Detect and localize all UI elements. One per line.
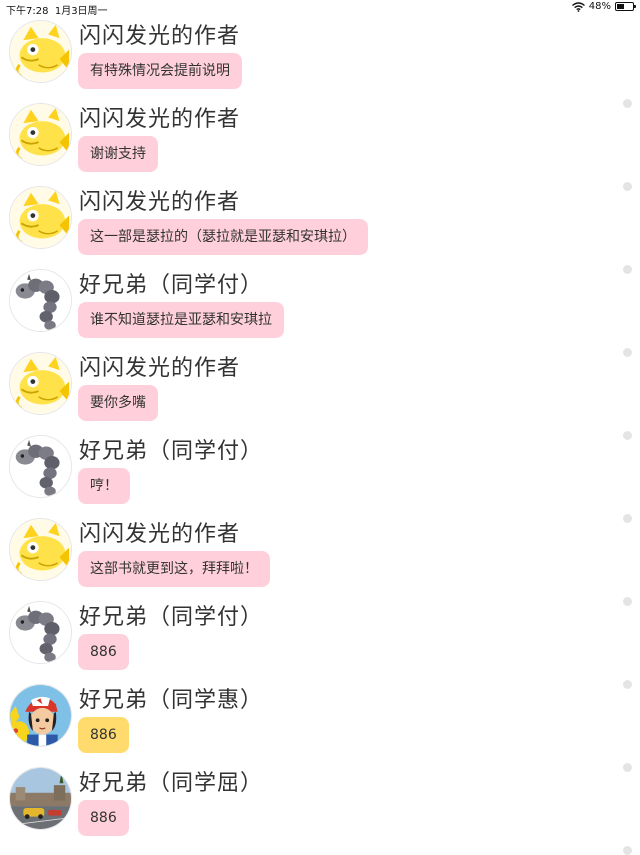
message-bubble[interactable]: 886 — [78, 717, 129, 753]
chat-message-row: 闪闪发光的作者要你多嘴 — [0, 348, 640, 440]
sender-name: 好兄弟（同学付） — [79, 439, 264, 464]
sender-avatar[interactable] — [9, 684, 72, 747]
chat-message-row: 好兄弟（同学惠） 886 — [0, 680, 640, 772]
chat-message-row: 好兄弟（同学付） 哼！ — [0, 431, 640, 523]
chat-message-row: 好兄弟（同学屈） 886 — [0, 763, 640, 855]
message-bubble[interactable]: 谁不知道瑟拉是亚瑟和安琪拉 — [78, 302, 284, 338]
wifi-icon — [571, 1, 585, 12]
message-bubble[interactable]: 这部书就更到这，拜拜啦！ — [78, 551, 270, 587]
sender-avatar[interactable] — [9, 435, 72, 498]
sender-avatar[interactable] — [9, 103, 72, 166]
sender-avatar[interactable] — [9, 601, 72, 664]
chat-message-row: 闪闪发光的作者谢谢支持 — [0, 99, 640, 191]
message-bubble[interactable]: 这一部是瑟拉的（瑟拉就是亚瑟和安琪拉） — [78, 219, 368, 255]
sender-name: 好兄弟（同学屈） — [79, 771, 264, 796]
chat-message-row: 闪闪发光的作者这部书就更到这，拜拜啦！ — [0, 514, 640, 606]
sender-name: 闪闪发光的作者 — [79, 107, 241, 132]
message-bubble[interactable]: 886 — [78, 800, 129, 836]
sender-name: 闪闪发光的作者 — [79, 190, 241, 215]
sender-name: 闪闪发光的作者 — [79, 356, 241, 381]
battery-percent: 48% — [588, 1, 611, 12]
status-time-date: 下午7:28 1月3日周一 — [6, 2, 108, 17]
sender-name: 好兄弟（同学惠） — [79, 688, 264, 713]
chat-message-list[interactable]: 闪闪发光的作者 有特殊情况会提前说明 闪闪发光的作者 谢谢支持 闪闪发光的作者 这一部是瑟… — [0, 16, 640, 855]
status-bar: 下午7:28 1月3日周一 48% — [0, 0, 640, 17]
status-right: 48% — [571, 1, 636, 12]
message-bubble[interactable]: 有特殊情况会提前说明 — [78, 53, 242, 89]
chat-message-row: 好兄弟（同学付） 谁不知道瑟拉是亚瑟和安琪拉 — [0, 265, 640, 357]
sender-avatar[interactable] — [9, 186, 72, 249]
chat-message-row: 好兄弟（同学付） 886 — [0, 597, 640, 689]
message-bubble[interactable]: 886 — [78, 634, 129, 670]
sender-avatar[interactable] — [9, 518, 72, 581]
chat-message-row: 闪闪发光的作者这一部是瑟拉的（瑟拉就是亚瑟和安琪拉） — [0, 182, 640, 274]
read-status-dot — [623, 846, 632, 855]
chat-message-row: 闪闪发光的作者有特殊情况会提前说明 — [0, 16, 640, 108]
sender-name: 闪闪发光的作者 — [79, 24, 241, 49]
sender-avatar[interactable] — [9, 352, 72, 415]
message-bubble[interactable]: 谢谢支持 — [78, 136, 158, 172]
sender-avatar[interactable] — [9, 767, 72, 830]
sender-avatar[interactable] — [9, 269, 72, 332]
sender-name: 好兄弟（同学付） — [79, 605, 264, 630]
sender-name: 闪闪发光的作者 — [79, 522, 241, 547]
battery-level — [617, 4, 625, 9]
sender-avatar[interactable] — [9, 20, 72, 83]
battery-icon — [615, 2, 636, 11]
message-bubble[interactable]: 哼！ — [78, 468, 130, 504]
message-bubble[interactable]: 要你多嘴 — [78, 385, 158, 421]
sender-name: 好兄弟（同学付） — [79, 273, 264, 298]
